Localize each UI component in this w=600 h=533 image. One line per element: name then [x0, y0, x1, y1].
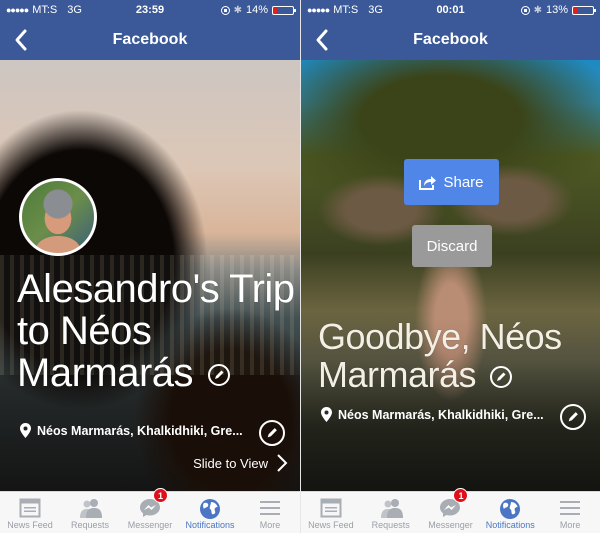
- notification-badge: 1: [153, 488, 168, 503]
- tab-label: Notifications: [485, 520, 535, 530]
- signal-dots-icon: ●●●●●: [307, 5, 330, 15]
- location-pin-icon: [20, 423, 31, 438]
- tab-label: More: [259, 520, 281, 530]
- nav-bar: Facebook: [0, 20, 300, 60]
- pencil-icon: [214, 370, 224, 380]
- tab-label: Messenger: [428, 520, 473, 530]
- globe-icon: [199, 498, 221, 519]
- back-button[interactable]: [313, 28, 333, 52]
- news-feed-icon: [19, 498, 41, 518]
- trip-title-text: Alesandro's Trip to Néos Marmarás: [17, 267, 295, 395]
- discard-button[interactable]: Discard: [412, 225, 492, 267]
- tab-label: Requests: [371, 520, 410, 530]
- trip-title: Goodbye, Néos Marmarás: [318, 318, 598, 394]
- tab-news-feed[interactable]: News Feed: [0, 492, 60, 533]
- discard-label: Discard: [426, 237, 478, 255]
- battery-icon: [572, 5, 597, 15]
- location-pin-icon: [321, 407, 332, 422]
- notification-badge: 1: [453, 488, 469, 503]
- back-button[interactable]: [12, 28, 32, 52]
- share-label: Share: [443, 173, 484, 191]
- friend-requests-icon: [380, 498, 403, 518]
- tab-bar: News Feed Requests Messenger 1 Notificat…: [301, 488, 600, 533]
- tab-label: Requests: [70, 520, 110, 530]
- tab-requests[interactable]: Requests: [60, 492, 120, 533]
- cover-photo: Share Discard Goodbye, Néos Marmarás Néo…: [301, 60, 600, 491]
- battery-fill: [274, 7, 277, 13]
- chevron-right-icon: [277, 454, 288, 472]
- tab-requests[interactable]: Requests: [361, 492, 421, 533]
- location-row: Néos Marmarás, Khalkidhiki, Gre...: [321, 407, 544, 422]
- slide-to-view-label: Slide to View: [193, 455, 268, 471]
- tab-messenger[interactable]: Messenger 1: [120, 488, 180, 533]
- carrier-label: MT:S: [32, 4, 58, 16]
- tab-label: News Feed: [308, 520, 354, 530]
- battery-percent: 13%: [545, 4, 569, 16]
- tab-more[interactable]: More: [540, 492, 600, 533]
- tab-notifications[interactable]: Notifications: [180, 492, 240, 533]
- screen-goodbye-cover: ●●●●● MT:S 3G 00:01 ✱ 13% Facebook Share…: [300, 0, 600, 533]
- menu-icon: [559, 498, 581, 518]
- battery-icon: [272, 5, 296, 15]
- status-bar: ●●●●● MT:S 3G 00:01 ✱ 13%: [301, 0, 600, 20]
- network-label: 3G: [368, 4, 383, 16]
- trip-title-text: Goodbye, Néos Marmarás: [318, 316, 562, 395]
- tab-messenger[interactable]: Messenger 1: [421, 488, 481, 533]
- nav-title: Facebook: [413, 31, 488, 48]
- tab-news-feed[interactable]: News Feed: [301, 492, 361, 533]
- tab-notifications[interactable]: Notifications: [480, 492, 540, 533]
- tab-bar: News Feed Requests Messenger 1 Notificat…: [0, 488, 300, 533]
- location-text: Néos Marmarás, Khalkidhiki, Gre...: [338, 407, 544, 422]
- pencil-icon: [267, 428, 277, 438]
- tab-more[interactable]: More: [240, 492, 300, 533]
- carrier-label: MT:S: [333, 4, 359, 16]
- bluetooth-icon: ✱: [233, 4, 242, 16]
- tab-label: News Feed: [7, 520, 53, 530]
- pencil-icon: [568, 412, 578, 422]
- chevron-left-icon: [15, 29, 27, 51]
- nav-title: Facebook: [112, 31, 188, 48]
- edit-title-button[interactable]: [489, 366, 512, 389]
- edit-location-button[interactable]: [560, 404, 586, 430]
- battery-fill: [574, 7, 578, 13]
- globe-icon: [499, 498, 521, 519]
- battery-percent: 14%: [245, 4, 268, 16]
- rotation-lock-icon: [220, 5, 230, 15]
- friend-requests-icon: [79, 498, 102, 518]
- avatar[interactable]: [19, 178, 97, 256]
- rotation-lock-icon: [520, 5, 530, 15]
- news-feed-icon: [320, 498, 342, 518]
- tab-label: More: [559, 520, 581, 530]
- cover-photo[interactable]: Alesandro's Trip to Néos Marmarás Néos M…: [0, 60, 300, 491]
- location-text: Néos Marmarás, Khalkidhiki, Gre...: [37, 423, 243, 438]
- tab-label: Messenger: [127, 520, 173, 530]
- clock: 23:59: [135, 4, 165, 16]
- share-icon: [419, 175, 437, 190]
- clock: 00:01: [436, 4, 465, 16]
- tab-label: Notifications: [185, 520, 235, 530]
- nav-bar: Facebook: [301, 20, 600, 60]
- menu-icon: [259, 498, 281, 518]
- network-label: 3G: [67, 4, 82, 16]
- location-row: Néos Marmarás, Khalkidhiki, Gre...: [20, 423, 243, 438]
- share-button[interactable]: Share: [404, 159, 499, 205]
- slide-to-view-button[interactable]: Slide to View: [193, 453, 288, 473]
- edit-title-button[interactable]: [207, 364, 230, 387]
- chevron-left-icon: [316, 29, 328, 51]
- edit-location-button[interactable]: [259, 420, 285, 446]
- status-bar: ●●●●● MT:S 3G 23:59 ✱ 14%: [0, 0, 300, 20]
- bluetooth-icon: ✱: [533, 4, 542, 16]
- pencil-icon: [496, 372, 506, 382]
- photo-shade: [301, 60, 600, 491]
- screen-trip-cover: ●●●●● MT:S 3G 23:59 ✱ 14% Facebook Alesa…: [0, 0, 300, 533]
- trip-title: Alesandro's Trip to Néos Marmarás: [17, 268, 297, 394]
- signal-dots-icon: ●●●●●: [6, 5, 29, 15]
